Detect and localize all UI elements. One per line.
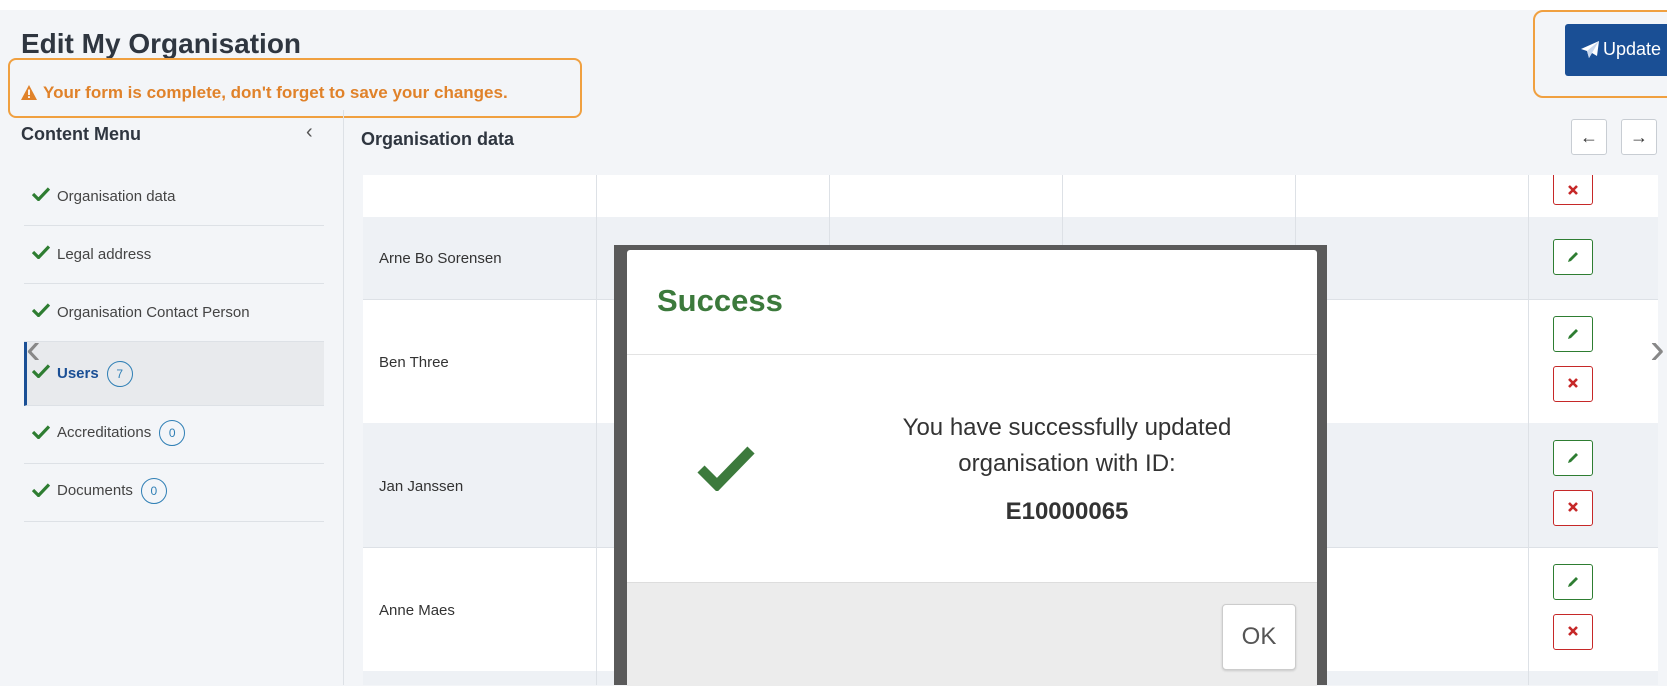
update-highlight: Update [1533,10,1667,98]
edit-button[interactable] [1553,564,1593,600]
menu-item-label: Accreditations [57,423,152,441]
dialog-title: Success [657,283,783,318]
arrow-right-icon: → [1630,127,1648,147]
dialog-header: Success [627,250,1317,355]
close-icon [1568,626,1578,636]
save-reminder-alert: Your form is complete, don't forget to s… [8,58,582,118]
alert-message: Your form is complete, don't forget to s… [43,83,508,102]
column-divider [596,175,597,685]
pencil-icon [1568,329,1578,339]
success-dialog: Success You have successfully updated or… [627,250,1317,686]
previous-section-button[interactable]: ← [1571,119,1607,155]
menu-item-label: Organisation Contact Person [57,304,250,321]
close-icon [1568,502,1578,512]
warning-icon [21,85,37,100]
column-divider [1528,175,1529,685]
dialog-footer [627,582,1317,686]
update-label: Update [1603,39,1662,59]
content-menu-title: Content Menu [21,124,141,144]
ok-button[interactable]: OK [1222,604,1296,670]
check-icon [32,303,50,317]
top-strip [0,0,1667,10]
collapse-menu-icon[interactable]: ‹ [306,121,313,144]
check-icon [32,425,50,439]
menu-item-organisation-data[interactable]: Organisation data [24,168,324,226]
pencil-icon [1568,252,1578,262]
delete-button[interactable] [1553,490,1593,526]
check-icon [32,483,50,497]
user-name: Jan Janssen [379,478,464,495]
content-menu: Organisation data Legal address Organisa… [24,168,324,522]
delete-button[interactable] [1553,175,1593,205]
paper-plane-icon [1581,41,1599,58]
accreditations-count-badge: 0 [159,420,186,446]
menu-item-users[interactable]: Users 7 [24,342,324,406]
menu-item-label: Documents [57,481,133,499]
menu-item-contact-person[interactable]: Organisation Contact Person [24,284,324,342]
arrow-left-icon: ← [1580,127,1598,147]
sidebar-divider [343,110,344,685]
edit-button[interactable] [1553,440,1593,476]
delete-button[interactable] [1553,614,1593,650]
edit-button[interactable] [1553,316,1593,352]
edit-button[interactable] [1553,239,1593,275]
update-button[interactable]: Update [1565,24,1667,76]
close-icon [1568,185,1578,195]
user-name: Anne Maes [379,602,455,619]
menu-item-label: Organisation data [57,188,176,205]
dialog-message: You have successfully updated organisati… [902,414,1232,477]
user-name: Arne Bo Sorensen [379,250,502,267]
menu-item-label: Users [57,364,99,382]
check-icon [32,245,50,259]
page-title: Edit My Organisation [21,28,302,59]
users-count-badge: 7 [106,361,133,387]
next-section-button[interactable]: → [1621,119,1657,155]
pencil-icon [1568,453,1578,463]
menu-item-documents[interactable]: Documents 0 [24,464,324,522]
table-row [363,175,1658,218]
carousel-prev-icon[interactable]: ‹ [26,324,41,374]
menu-item-legal-address[interactable]: Legal address [24,226,324,284]
pencil-icon [1568,577,1578,587]
check-icon [32,187,50,201]
section-title: Organisation data [361,129,515,149]
organisation-id: E10000065 [1005,498,1129,525]
user-name: Ben Three [379,354,449,371]
menu-item-label: Legal address [57,246,152,263]
documents-count-badge: 0 [140,478,167,504]
menu-item-accreditations[interactable]: Accreditations 0 [24,406,324,464]
carousel-next-icon[interactable]: › [1650,324,1665,374]
success-check-icon [697,446,755,491]
close-icon [1568,378,1578,388]
delete-button[interactable] [1553,366,1593,402]
